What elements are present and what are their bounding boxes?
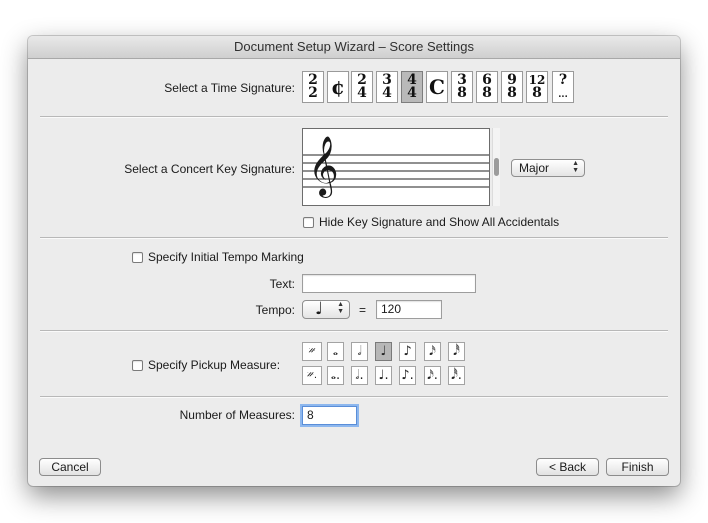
time-signature-denominator: 4 xyxy=(407,85,417,101)
time-signature-option[interactable]: 38 xyxy=(451,71,473,103)
time-signature-denominator: 8 xyxy=(482,85,492,101)
time-signature-option[interactable]: 98 xyxy=(501,71,523,103)
treble-clef-icon: 𝄞 xyxy=(308,136,339,196)
time-signature-option[interactable]: 12 8 xyxy=(526,71,548,103)
time-signature-denominator: 2 xyxy=(308,85,318,101)
time-signature-symbol: C xyxy=(429,75,445,99)
time-signature-numerator: ? xyxy=(558,72,568,88)
separator xyxy=(40,330,668,331)
time-signature-option[interactable]: C xyxy=(426,71,448,103)
cancel-button[interactable]: Cancel xyxy=(39,458,101,476)
tempo-label: Tempo: xyxy=(255,303,295,317)
key-mode-value: Major xyxy=(519,161,550,175)
select-arrows-icon: ▲ ▼ xyxy=(337,301,344,315)
pickup-measure-checkbox[interactable] xyxy=(132,360,143,371)
pickup-measure-label: Specify Pickup Measure: xyxy=(148,358,281,372)
scroll-thumb[interactable] xyxy=(494,158,499,176)
time-signature-option[interactable]: ?... xyxy=(552,71,574,103)
time-signature-denominator: ... xyxy=(558,90,568,100)
pickup-duration-row1-option[interactable]: ♪ xyxy=(399,342,416,361)
key-signature-staff[interactable]: 𝄞 xyxy=(302,128,490,206)
key-mode-select[interactable]: Major ▲ ▼ xyxy=(511,159,585,177)
measures-input[interactable]: 8 xyxy=(302,406,357,425)
measures-label: Number of Measures: xyxy=(179,408,295,422)
key-signature-scrollbar[interactable] xyxy=(492,128,500,206)
pickup-duration-row1-option[interactable]: ♩ xyxy=(375,342,392,361)
time-signature-symbol: ¢ xyxy=(331,75,345,99)
pickup-duration-row2-option[interactable]: 𝅗𝅥. xyxy=(351,366,368,385)
tempo-value-input[interactable]: 120 xyxy=(376,300,442,319)
pickup-duration-row1-option[interactable]: 𝅘𝅥𝅯 xyxy=(424,342,441,361)
quarter-note-icon: ♩ xyxy=(315,299,324,319)
time-signature-label: Select a Time Signature: xyxy=(164,81,295,95)
tempo-note-select[interactable]: ♩ ▲ ▼ xyxy=(302,299,350,319)
time-signature-denominator: 8 xyxy=(532,85,542,101)
time-signature-denominator: 4 xyxy=(357,85,367,101)
time-signature-option[interactable]: ¢ xyxy=(327,71,349,103)
pickup-duration-row1-option[interactable]: 𝅝 xyxy=(327,342,344,361)
time-signature-option[interactable]: 68 xyxy=(476,71,498,103)
key-signature-label: Select a Concert Key Signature: xyxy=(124,162,295,176)
separator xyxy=(40,237,668,238)
pickup-duration-row2-option[interactable]: 𝅘𝅥𝅯. xyxy=(424,366,441,385)
tempo-marking-checkbox[interactable] xyxy=(132,252,143,263)
separator xyxy=(40,116,668,117)
pickup-duration-row1-option[interactable]: 𝄏 xyxy=(302,342,322,361)
pickup-duration-row2-option[interactable]: 𝅝. xyxy=(327,366,344,385)
pickup-duration-row2-option[interactable]: 𝄏. xyxy=(302,366,322,385)
pickup-duration-row2-option[interactable]: ♪. xyxy=(399,366,416,385)
equals-sign: = xyxy=(359,303,367,317)
finish-button[interactable]: Finish xyxy=(606,458,669,476)
time-signature-option[interactable]: 44 xyxy=(401,71,423,103)
separator xyxy=(40,396,668,397)
window-title: Document Setup Wizard – Score Settings xyxy=(28,36,680,59)
time-signature-denominator: 8 xyxy=(507,85,517,101)
time-signature-option[interactable]: 24 xyxy=(351,71,373,103)
time-signature-option[interactable]: 34 xyxy=(376,71,398,103)
hide-key-signature-label: Hide Key Signature and Show All Accident… xyxy=(319,215,560,229)
pickup-duration-row1-option[interactable]: 𝅗𝅥 xyxy=(351,342,368,361)
pickup-duration-row2-option[interactable]: ♩. xyxy=(375,366,392,385)
select-arrows-icon: ▲ ▼ xyxy=(572,160,579,174)
time-signature-denominator: 8 xyxy=(457,85,467,101)
tempo-marking-label: Specify Initial Tempo Marking xyxy=(148,250,304,264)
time-signature-denominator: 4 xyxy=(382,85,392,101)
pickup-duration-row2-option[interactable]: 𝅘𝅥𝅰. xyxy=(448,366,465,385)
back-button[interactable]: < Back xyxy=(536,458,599,476)
tempo-text-label: Text: xyxy=(269,277,295,291)
setup-wizard-window: Document Setup Wizard – Score Settings S… xyxy=(28,36,680,486)
pickup-duration-row1-option[interactable]: 𝅘𝅥𝅰 xyxy=(448,342,465,361)
tempo-text-input[interactable] xyxy=(302,274,476,293)
hide-key-signature-checkbox[interactable] xyxy=(303,217,314,228)
time-signature-option[interactable]: 22 xyxy=(302,71,324,103)
